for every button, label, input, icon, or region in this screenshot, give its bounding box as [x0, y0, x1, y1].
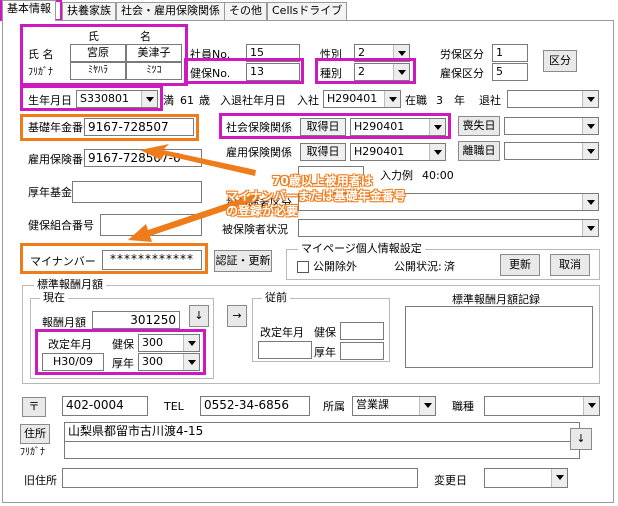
auth-update-button[interactable]: 認証・更新: [214, 250, 272, 272]
annotation-line-2: マイナンバーまたは基礎年金番号: [226, 189, 406, 203]
tab-basic-info[interactable]: 基本情報: [2, 0, 56, 21]
changed-date-select[interactable]: [484, 468, 568, 488]
job-title-select[interactable]: [484, 396, 600, 416]
prev-kounen-label: 厚年: [314, 346, 336, 359]
mypage-cancel-button[interactable]: 取消: [550, 254, 590, 276]
old-address-field[interactable]: [62, 468, 418, 488]
mypage-update-button[interactable]: 更新: [500, 254, 540, 276]
address-down-button[interactable]: ↓: [570, 428, 592, 450]
prev-kenpo-field[interactable]: [340, 322, 384, 340]
prev-group-title: 従前: [262, 292, 290, 304]
annotation-line-1: 70歳以上被用者は: [272, 174, 373, 188]
mynumber-highlight: [20, 243, 208, 274]
postal-field[interactable]: 402-0004: [62, 396, 148, 416]
monthly-pay-label: 報酬月額: [42, 316, 86, 329]
address-kana-label: ﾌﾘｶﾞﾅ: [20, 447, 45, 458]
prev-revised-label: 改定年月: [260, 326, 304, 339]
dept-value: 営業課: [356, 398, 389, 411]
dept-select[interactable]: 営業課: [352, 396, 436, 416]
address-button[interactable]: 住所: [20, 424, 50, 444]
old-address-label: 旧住所: [24, 474, 57, 487]
prev-revised-field[interactable]: [258, 341, 312, 359]
address-field[interactable]: 山梨県都留市古川渡4-15: [64, 422, 580, 442]
prev-kounen-field[interactable]: [340, 342, 384, 360]
tel-field[interactable]: 0552-34-6856: [200, 396, 310, 416]
chevron-down-icon: [419, 397, 435, 415]
public-exclude-checkbox[interactable]: [297, 261, 309, 273]
chevron-down-icon: [551, 469, 567, 487]
std-pay-group-title: 標準報酬月額: [34, 279, 106, 291]
public-status-value: 済: [444, 260, 455, 273]
record-list[interactable]: [405, 306, 593, 368]
address-kana-field[interactable]: [64, 441, 580, 459]
changed-date-label: 変更日: [434, 474, 467, 487]
std-pay-highlight: [35, 329, 206, 375]
prev-kenpo-label: 健保: [314, 326, 336, 339]
monthly-down-button[interactable]: ↓: [189, 305, 209, 327]
public-status-label: 公開状況:: [394, 260, 442, 273]
job-title-label: 職種: [452, 400, 474, 413]
monthly-pay-field[interactable]: 301250: [92, 311, 180, 329]
arrow-to-pension: [140, 144, 256, 176]
chevron-down-icon: [583, 397, 599, 415]
current-group-title: 現在: [40, 292, 68, 304]
postal-button[interactable]: 〒: [22, 397, 46, 417]
public-exclude-label: 公開除外: [313, 260, 357, 273]
tel-label: TEL: [164, 400, 184, 413]
copy-right-button[interactable]: →: [227, 305, 247, 327]
annotation-line-3: の登録が必要: [226, 204, 299, 218]
mypage-group-title: マイページ個人情報設定: [298, 243, 425, 255]
record-title: 標準報酬月額記録: [452, 293, 540, 306]
dept-label: 所属: [323, 400, 345, 413]
